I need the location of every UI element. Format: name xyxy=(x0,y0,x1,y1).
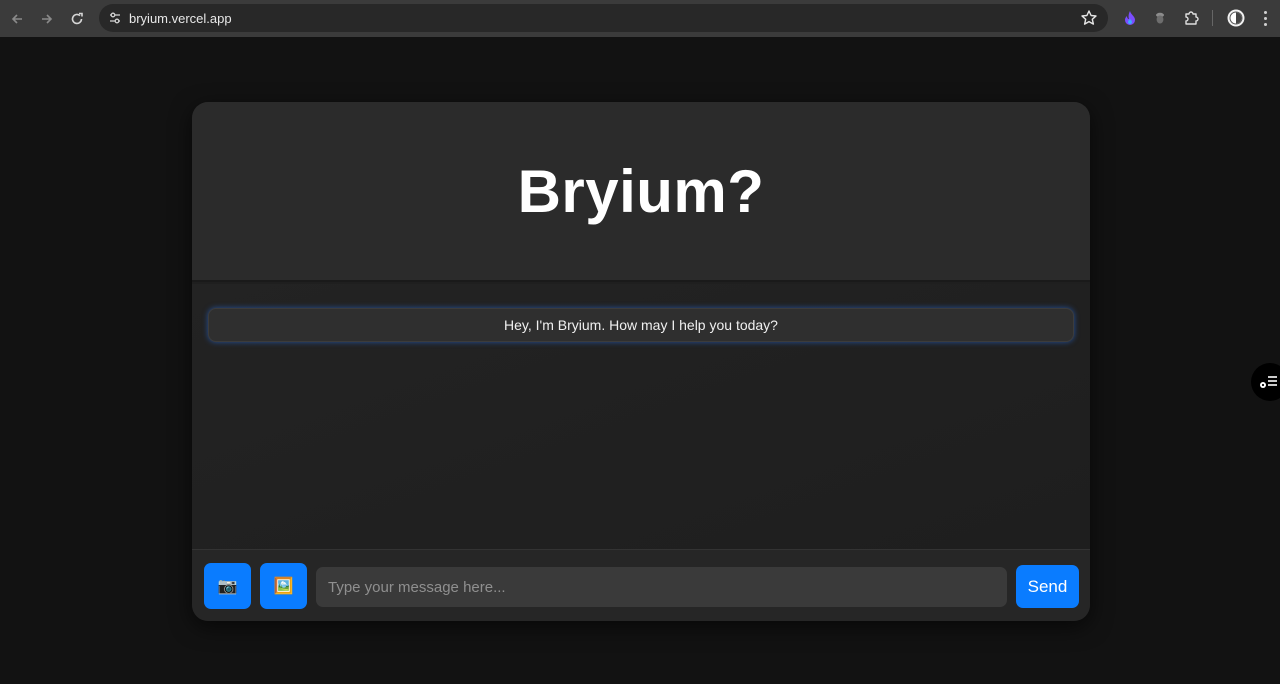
more-vertical-icon[interactable] xyxy=(1258,8,1272,28)
image-upload-button[interactable]: 🖼️ xyxy=(260,563,307,609)
arrow-left-icon xyxy=(11,13,22,24)
message-list: Hey, I'm Bryium. How may I help you toda… xyxy=(192,284,1090,549)
chat-header: Bryium? xyxy=(192,102,1090,282)
image-icon: 🖼️ xyxy=(273,578,294,595)
url-text[interactable]: bryium.vercel.app xyxy=(129,11,232,26)
reload-button[interactable] xyxy=(62,4,92,34)
chat-card: Bryium? Hey, I'm Bryium. How may I help … xyxy=(192,102,1090,621)
bot-message: Hey, I'm Bryium. How may I help you toda… xyxy=(208,308,1074,342)
input-bar: 📷 🖼️ Send xyxy=(192,549,1090,621)
reload-icon xyxy=(71,12,83,24)
forward-button[interactable] xyxy=(32,4,62,34)
list-settings-icon xyxy=(1260,376,1277,388)
message-input[interactable] xyxy=(316,567,1007,607)
send-button[interactable]: Send xyxy=(1016,565,1079,608)
arrow-right-icon xyxy=(42,13,53,24)
site-info-button[interactable] xyxy=(101,4,129,32)
profile-avatar-icon[interactable] xyxy=(1226,8,1246,28)
acorn-extension-icon[interactable] xyxy=(1150,8,1170,28)
page-title: Bryium? xyxy=(517,157,765,225)
camera-icon: 📷 xyxy=(217,578,238,595)
tune-icon xyxy=(110,12,120,24)
puzzle-icon[interactable] xyxy=(1181,8,1201,28)
floating-side-widget[interactable] xyxy=(1251,363,1280,401)
address-bar[interactable]: bryium.vercel.app xyxy=(99,4,1108,32)
back-button[interactable] xyxy=(2,4,32,34)
browser-toolbar: bryium.vercel.app xyxy=(0,0,1280,37)
star-icon[interactable] xyxy=(1080,9,1098,27)
toolbar-divider xyxy=(1212,10,1213,26)
camera-button[interactable]: 📷 xyxy=(204,563,251,609)
flame-extension-icon[interactable] xyxy=(1120,8,1140,28)
